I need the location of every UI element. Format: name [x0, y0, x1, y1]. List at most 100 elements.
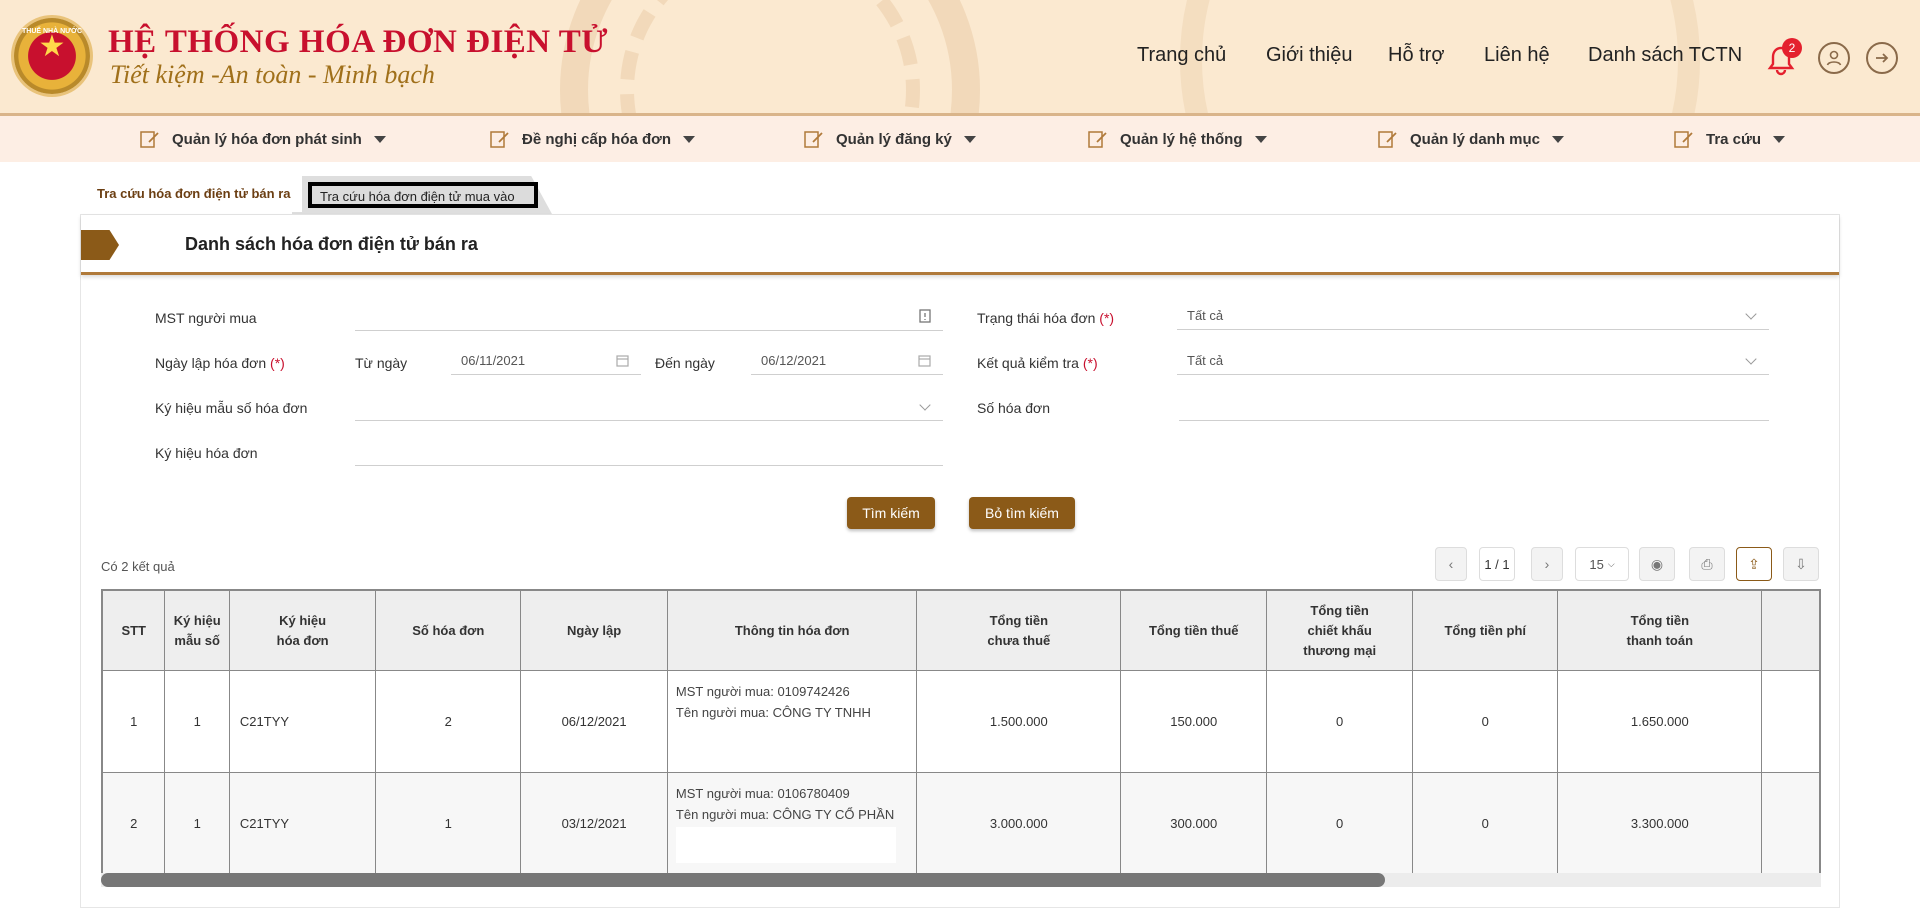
check-result-select[interactable]: Tất cả	[1177, 347, 1769, 375]
to-date-input[interactable]: 06/12/2021	[751, 347, 943, 375]
nav-support[interactable]: Hỗ trợ	[1388, 44, 1444, 67]
column-header[interactable]: Ngày lập	[520, 590, 668, 671]
column-header[interactable]: Thông tin hóa đơn	[666, 590, 918, 671]
column-header[interactable]: Tổng tiền thuế	[1120, 590, 1268, 671]
edit-document-icon	[1674, 131, 1693, 148]
edit-document-icon	[1378, 131, 1397, 148]
mst-input[interactable]	[355, 303, 943, 331]
star-icon: ★	[38, 30, 66, 63]
to-date-label: Đến ngày	[655, 355, 715, 371]
clear-search-button[interactable]: Bỏ tìm kiếm	[969, 497, 1075, 529]
invoice-number-label: Số hóa đơn	[977, 400, 1051, 416]
buyer-name: Tên người mua: CÔNG TY TNHH	[675, 705, 871, 720]
document-icon	[919, 309, 931, 323]
column-header[interactable]: Tổng tiền chiết khấu thương mại	[1266, 590, 1414, 671]
cell-fee: 0	[1412, 772, 1559, 875]
buyer-tax-code: MST người mua: 0106780409	[675, 786, 850, 801]
nav-tctn-list[interactable]: Danh sách TCTN	[1588, 44, 1742, 67]
chevron-down-icon: ⌵	[1607, 558, 1615, 569]
menu-system[interactable]: Quản lý hệ thống	[1088, 116, 1267, 162]
caret-down-icon	[963, 135, 976, 143]
menu-lookup[interactable]: Tra cứu	[1674, 116, 1786, 162]
invoice-symbol-input[interactable]	[355, 438, 943, 466]
download-button[interactable]: ⇩	[1783, 547, 1819, 581]
form-symbol-select[interactable]	[355, 393, 943, 421]
edit-document-icon	[804, 131, 823, 148]
prev-page-button[interactable]: ‹	[1435, 547, 1467, 581]
menu-invoice-management[interactable]: Quản lý hóa đơn phát sinh	[140, 116, 386, 162]
menu-catalog[interactable]: Quản lý danh mục	[1378, 116, 1565, 162]
column-header[interactable]: STT	[102, 590, 166, 671]
page-size-select[interactable]: 15 ⌵	[1575, 547, 1629, 581]
cell-stt: 2	[102, 772, 166, 875]
menu-registration[interactable]: Quản lý đăng ký	[804, 116, 976, 162]
column-header[interactable]: Tổng tiền chưa thuế	[916, 590, 1122, 671]
column-header[interactable]: Ký hiệu mẫu số	[164, 590, 230, 671]
caret-down-icon	[1773, 135, 1786, 143]
invoice-symbol-label: Ký hiệu hóa đơn	[155, 445, 258, 461]
table-row[interactable]: 2 1 C21TYY 1 03/12/2021 MST người mua: 0…	[102, 772, 1820, 875]
invoice-table: STT Ký hiệu mẫu số Ký hiệu hóa đơn Số hóa …	[101, 589, 1821, 887]
status-label: Trạng thái hóa đơn (*)	[977, 310, 1115, 326]
check-result-label: Kết quả kiểm tra (*)	[977, 355, 1098, 371]
tax-authority-logo[interactable]: THUẾ NHÀ NƯỚC ★	[14, 18, 90, 94]
caret-down-icon	[373, 135, 386, 143]
horizontal-scrollbar[interactable]	[101, 873, 1821, 887]
column-header[interactable]: Tổng tiền thanh toán	[1557, 590, 1763, 671]
cell-extra	[1761, 772, 1820, 875]
cell-pre-tax: 3.000.000	[916, 772, 1122, 875]
column-header-extra	[1761, 590, 1820, 671]
view-button[interactable]: ◉	[1639, 547, 1675, 581]
next-page-button[interactable]: ›	[1531, 547, 1563, 581]
invoice-number-input[interactable]	[1179, 393, 1769, 421]
date-label: Ngày lập hóa đơn (*)	[155, 355, 285, 371]
scrollbar-thumb[interactable]	[101, 873, 1385, 887]
caret-down-icon	[1552, 135, 1565, 143]
main-menu: Quản lý hóa đơn phát sinh Đề nghị cấp hó…	[0, 116, 1920, 162]
form-symbol-label: Ký hiệu mẫu số hóa đơn	[155, 400, 308, 416]
edit-document-icon	[490, 131, 509, 148]
mst-label: MST người mua	[155, 310, 257, 326]
cell-extra	[1761, 670, 1820, 773]
edit-document-icon	[140, 131, 159, 148]
cell-invoice-number: 2	[375, 670, 522, 773]
nav-about[interactable]: Giới thiệu	[1266, 44, 1352, 67]
status-select[interactable]: Tất cả	[1177, 302, 1769, 330]
export-button[interactable]: ⇪	[1736, 547, 1772, 581]
print-button[interactable]: ⎙	[1689, 547, 1725, 581]
required-mark: (*)	[1082, 355, 1098, 371]
menu-request-invoice[interactable]: Đề nghị cấp hóa đơn	[490, 116, 696, 162]
cell-invoice-info: MST người mua: 0106780409 Tên người mua:…	[666, 772, 918, 875]
from-date-label: Từ ngày	[355, 355, 408, 371]
nav-contact[interactable]: Liên hệ	[1484, 44, 1550, 67]
cell-stt: 1	[102, 670, 166, 773]
column-header[interactable]: Số hóa đơn	[375, 590, 522, 671]
tab-sold-invoices[interactable]: Tra cứu hóa đơn điện tử bán ra	[82, 176, 302, 212]
user-account-button[interactable]	[1818, 42, 1850, 74]
search-button[interactable]: Tìm kiếm	[847, 497, 935, 529]
menu-label: Quản lý đăng ký	[836, 130, 952, 148]
cell-discount: 0	[1266, 772, 1414, 875]
column-header[interactable]: Ký hiệu hóa đơn	[228, 590, 377, 671]
nav-home[interactable]: Trang chủ	[1137, 44, 1226, 67]
flag-marker-icon	[81, 230, 119, 260]
cell-pre-tax: 1.500.000	[916, 670, 1122, 773]
table-row[interactable]: 1 1 C21TYY 2 06/12/2021 MST người mua: 0…	[102, 670, 1820, 773]
buyer-tax-code: MST người mua: 0109742426	[675, 684, 850, 699]
notification-badge: 2	[1782, 38, 1802, 58]
cell-form-symbol: 1	[164, 670, 230, 773]
menu-label: Quản lý hệ thống	[1120, 130, 1243, 148]
cell-invoice-info: MST người mua: 0109742426 Tên người mua:…	[666, 670, 918, 773]
download-icon: ⇩	[1795, 555, 1807, 572]
cell-total: 1.650.000	[1557, 670, 1763, 773]
cell-invoice-symbol: C21TYY	[228, 670, 377, 773]
chevron-down-icon	[919, 399, 931, 411]
cell-date: 06/12/2021	[520, 670, 668, 773]
tab-purchased-invoices[interactable]: Tra cứu hóa đơn điện tử mua vào	[308, 182, 538, 208]
buyer-name: Tên người mua: CÔNG TY CỔ PHẦN	[675, 807, 895, 822]
cell-discount: 0	[1266, 670, 1414, 773]
logout-button[interactable]	[1866, 42, 1898, 74]
from-date-input[interactable]: 06/11/2021	[451, 347, 641, 375]
chevron-down-icon	[1745, 308, 1757, 320]
column-header[interactable]: Tổng tiền phí	[1412, 590, 1559, 671]
